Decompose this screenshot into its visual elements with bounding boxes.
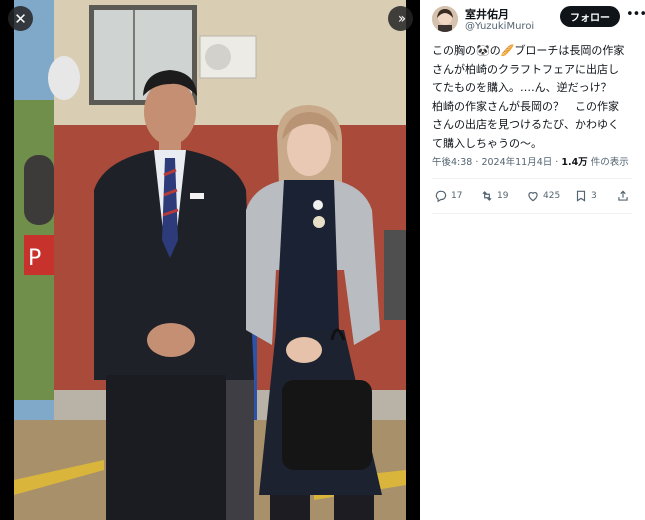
author-name[interactable]: 室井佑月 bbox=[465, 6, 509, 22]
follow-button[interactable]: フォロー bbox=[560, 6, 620, 27]
divider bbox=[432, 178, 632, 179]
author-handle[interactable]: @YuzukiMuroi bbox=[465, 21, 534, 32]
media-viewer: P ✕ ›› bbox=[0, 0, 420, 520]
tweet-panel: 室井佑月 @YuzukiMuroi フォロー ••• この胸の🐼の🥖ブローチは長… bbox=[420, 0, 645, 520]
avatar[interactable] bbox=[432, 6, 458, 32]
tweet-line: さんの出店を見つけるたび、かわゆく bbox=[432, 118, 619, 131]
share-icon bbox=[618, 190, 628, 201]
tweet-text: この胸の🐼の🥖ブローチは長岡の作家 さんが柏崎のクラフトフェアに出店し てたもの… bbox=[432, 42, 638, 153]
tweet-line: て購入しちゃうの〜。 bbox=[432, 136, 542, 150]
meta-separator: · bbox=[555, 157, 559, 168]
tweet-photo[interactable]: P bbox=[14, 0, 406, 520]
like-count: 425 bbox=[543, 191, 561, 201]
view-count: 1.4万 bbox=[561, 157, 588, 168]
reply-count: 17 bbox=[451, 191, 463, 201]
divider bbox=[432, 213, 632, 214]
share-button[interactable] bbox=[616, 189, 630, 203]
view-label: 件の表示 bbox=[590, 157, 629, 168]
bookmark-count: 3 bbox=[591, 191, 597, 201]
repost-button[interactable]: 19 bbox=[480, 189, 508, 203]
tweet-time[interactable]: 午後4:38 bbox=[432, 157, 472, 168]
bookmark-button[interactable]: 3 bbox=[574, 189, 597, 203]
like-button[interactable]: 425 bbox=[526, 189, 560, 203]
repost-count: 19 bbox=[497, 191, 509, 201]
reply-button[interactable]: 17 bbox=[434, 189, 462, 203]
photo-scene: P bbox=[14, 0, 406, 520]
avatar-image bbox=[432, 6, 458, 32]
more-icon[interactable]: ••• bbox=[626, 7, 645, 22]
bookmark-icon bbox=[576, 190, 586, 202]
tweet-line: さんが柏崎のクラフトフェアに出店し bbox=[432, 62, 619, 76]
meta-separator: · bbox=[475, 157, 479, 168]
close-icon: ✕ bbox=[14, 9, 27, 28]
tweet-line: この胸の🐼の🥖ブローチは長岡の作家 bbox=[432, 44, 625, 57]
tweet-date[interactable]: 2024年11月4日 bbox=[481, 157, 552, 168]
expand-panel-button[interactable]: ›› bbox=[388, 6, 413, 31]
reply-icon bbox=[435, 190, 447, 203]
double-chevron-right-icon: ›› bbox=[397, 10, 406, 27]
tweet-line: 柏崎の作家さんが長岡の？ この作家 bbox=[432, 99, 619, 113]
tweet-line: てたものを購入。‥‥ん、逆だっけ？ bbox=[432, 81, 612, 94]
heart-icon bbox=[528, 192, 538, 202]
tweet-meta: 午後4:38 · 2024年11月4日 · 1.4万 件の表示 bbox=[432, 154, 629, 168]
close-button[interactable]: ✕ bbox=[8, 6, 33, 31]
svg-text:P: P bbox=[28, 246, 41, 271]
repost-icon bbox=[482, 191, 492, 201]
